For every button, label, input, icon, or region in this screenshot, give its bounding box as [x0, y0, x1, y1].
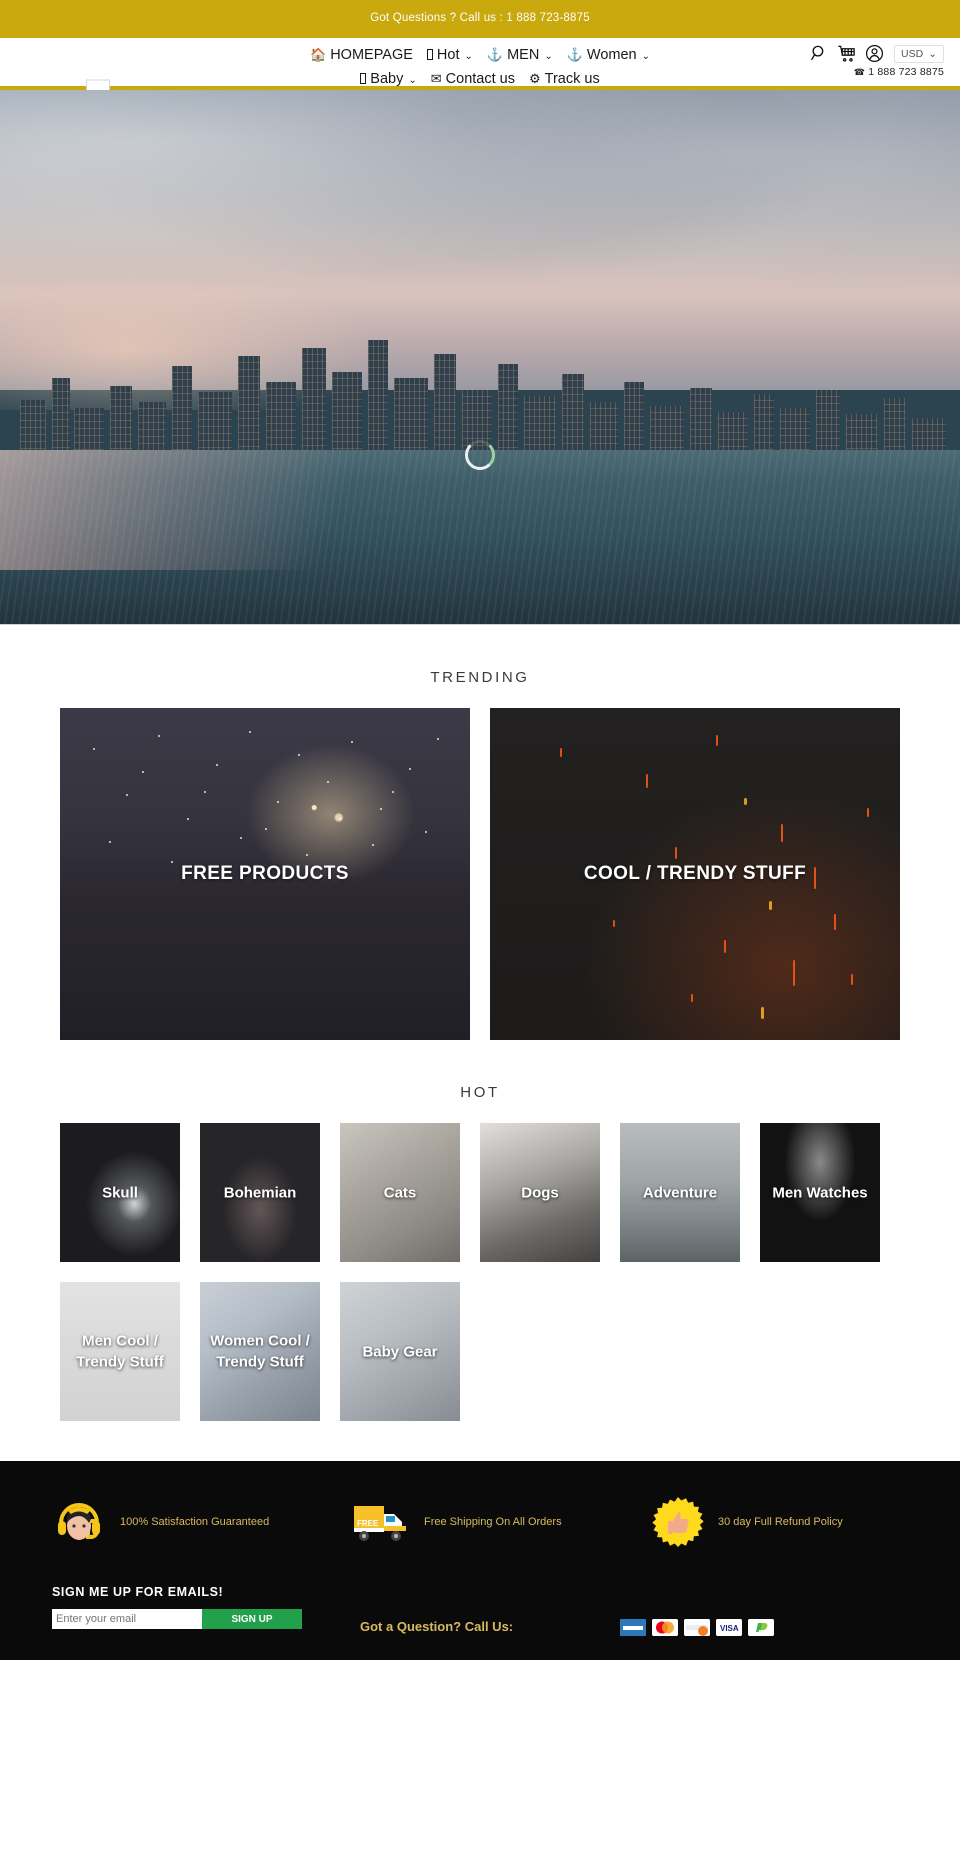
- hot-tile-dogs[interactable]: Dogs: [480, 1123, 600, 1262]
- hot-tile-bohemian[interactable]: Bohemian: [200, 1123, 320, 1262]
- chevron-down-icon: ⌄: [641, 51, 650, 62]
- hot-tile-men-cool-trendy-stuff[interactable]: Men Cool / Trendy Stuff: [60, 1282, 180, 1421]
- hot-tile-skull[interactable]: Skull: [60, 1123, 180, 1262]
- currency-value: USD: [901, 47, 924, 60]
- trust-item-free-shipping: FREE Free Shipping On All Orders: [330, 1495, 630, 1549]
- chevron-down-icon: ⌄: [544, 51, 553, 62]
- chevron-down-icon: ⌄: [408, 75, 417, 86]
- payment-icon-discover: [684, 1619, 710, 1636]
- hot-tile-label: Men Cool / Trendy Stuff: [76, 1332, 164, 1371]
- newsletter-title: SIGN ME UP FOR EMAILS!: [52, 1585, 224, 1599]
- anchor-icon: ⚓: [486, 47, 504, 62]
- support-agent-icon: [52, 1495, 106, 1549]
- trust-item-refund-policy: 30 day Full Refund Policy: [630, 1495, 930, 1549]
- footer-question-label: Got a Question? Call Us:: [360, 1619, 514, 1634]
- announcement-bar: Got Questions ? Call us : 1 888 723-8875: [0, 0, 960, 38]
- hot-section-title: HOT: [460, 1084, 500, 1101]
- phone-icon: ☎: [853, 67, 866, 77]
- trending-card-free-products[interactable]: FREE PRODUCTS: [60, 708, 470, 1040]
- chevron-down-icon: ⌄: [928, 47, 937, 60]
- nav-item-homepage[interactable]: 🏠 HOMEPAGE: [310, 44, 413, 66]
- nav-item-baby[interactable]: Baby ⌄: [360, 68, 417, 92]
- payment-icon-mastercard: [652, 1619, 678, 1636]
- nav-label: Track us: [544, 71, 600, 87]
- newsletter-signup-button[interactable]: SIGN UP: [202, 1609, 302, 1629]
- site-footer: 100% Satisfaction Guaranteed FREE Free S…: [0, 1461, 960, 1660]
- trust-item-satisfaction: 100% Satisfaction Guaranteed: [30, 1495, 330, 1549]
- nav-item-hot[interactable]: Hot ⌄: [426, 44, 473, 68]
- hot-tile-label: Dogs: [521, 1183, 559, 1201]
- home-icon: 🏠: [310, 47, 327, 62]
- newsletter-form: SIGN UP: [52, 1609, 360, 1629]
- nav-item-men[interactable]: ⚓ MEN ⌄: [487, 44, 553, 68]
- nav-item-contact-us[interactable]: ✉ Contact us: [431, 68, 515, 90]
- payment-methods: VISA: [620, 1585, 774, 1636]
- search-icon[interactable]: [810, 44, 829, 63]
- free-shipping-truck-icon: FREE: [352, 1500, 410, 1544]
- envelope-icon: ✉: [430, 71, 442, 86]
- header-phone[interactable]: ☎ 1 888 723 8875: [854, 66, 944, 78]
- hot-category-grid: Skull Bohemian Cats Dogs Adventure Men W…: [60, 1123, 900, 1421]
- trending-card-cool-trendy-stuff[interactable]: COOL / TRENDY STUFF: [490, 708, 900, 1040]
- trending-grid: FREE PRODUCTS COOL / TRENDY STUFF: [60, 708, 900, 1040]
- site-header: 🏠 HOMEPAGE Hot ⌄ ⚓ MEN ⌄ ⚓ Women ⌄ Baby ⌄ ✉ Cont…: [0, 38, 960, 101]
- missing-glyph-icon: [360, 73, 367, 84]
- nav-label: Women: [586, 47, 637, 63]
- hot-tile-women-cool-trendy-stuff[interactable]: Women Cool / Trendy Stuff: [200, 1282, 320, 1421]
- nav-item-women[interactable]: ⚓ Women ⌄: [567, 44, 650, 68]
- hot-tile-label: Baby Gear: [362, 1342, 438, 1360]
- payment-icon-visa: VISA: [716, 1619, 742, 1636]
- payment-icon-paypal: [748, 1619, 774, 1636]
- hot-tile-label: Bohemian: [223, 1183, 297, 1201]
- payment-icon-amex: [620, 1619, 646, 1636]
- header-phone-number: 1 888 723 8875: [868, 66, 944, 78]
- main-navigation: 🏠 HOMEPAGE Hot ⌄ ⚓ MEN ⌄ ⚓ Women ⌄ Baby ⌄ ✉ Cont…: [170, 38, 790, 92]
- thumbs-up-badge-icon: [652, 1496, 704, 1548]
- trending-section-title: TRENDING: [430, 669, 530, 686]
- nav-label: Hot: [436, 47, 460, 63]
- chevron-down-icon: ⌄: [464, 51, 473, 62]
- hot-tile-baby-gear[interactable]: Baby Gear: [340, 1282, 460, 1421]
- hot-tile-label: Women Cool / Trendy Stuff: [210, 1332, 310, 1371]
- trust-item-text: 100% Satisfaction Guaranteed: [120, 1515, 270, 1528]
- nav-label: Contact us: [445, 71, 515, 87]
- header-utilities: USD ⌄ ☎ 1 888 723 8875: [810, 44, 944, 78]
- anchor-icon: ⚓: [566, 47, 583, 62]
- hot-tile-label: Adventure: [642, 1183, 718, 1201]
- nav-label: MEN: [507, 47, 540, 63]
- footer-newsletter: SIGN ME UP FOR EMAILS! SIGN UP Got a Que…: [30, 1585, 930, 1660]
- hot-tile-label: Cats: [383, 1183, 417, 1201]
- trending-card-label: COOL / TRENDY STUFF: [583, 863, 807, 884]
- hot-tile-label: Skull: [102, 1183, 138, 1201]
- nav-label: Baby: [370, 71, 404, 87]
- account-icon[interactable]: [865, 44, 884, 63]
- nav-item-track-us[interactable]: ⚙ Track us: [529, 68, 600, 90]
- cart-icon[interactable]: [837, 44, 857, 63]
- carousel-loading-spinner: [465, 440, 495, 470]
- currency-selector[interactable]: USD ⌄: [894, 44, 944, 63]
- gears-icon: ⚙: [528, 71, 541, 86]
- hot-tile-label: Men Watches: [772, 1183, 868, 1201]
- hot-tile-cats[interactable]: Cats: [340, 1123, 460, 1262]
- announcement-text: Got Questions ? Call us : 1 888 723-8875: [370, 12, 590, 24]
- hero-water-texture: [0, 450, 960, 624]
- trust-badges: 100% Satisfaction Guaranteed FREE Free S…: [30, 1495, 930, 1585]
- trust-item-text: Free Shipping On All Orders: [424, 1515, 562, 1528]
- svg-text:FREE: FREE: [357, 1519, 379, 1528]
- hot-tile-men-watches[interactable]: Men Watches: [760, 1123, 880, 1262]
- hot-tile-adventure[interactable]: Adventure: [620, 1123, 740, 1262]
- hero-skyline: [0, 326, 960, 452]
- svg-text:VISA: VISA: [720, 1624, 739, 1633]
- nav-label: HOMEPAGE: [330, 47, 413, 63]
- trending-card-label: FREE PRODUCTS: [181, 863, 349, 884]
- hero-banner[interactable]: [0, 90, 960, 625]
- newsletter-email-input[interactable]: [52, 1609, 202, 1629]
- missing-glyph-icon: [426, 49, 433, 60]
- trust-item-text: 30 day Full Refund Policy: [718, 1515, 843, 1528]
